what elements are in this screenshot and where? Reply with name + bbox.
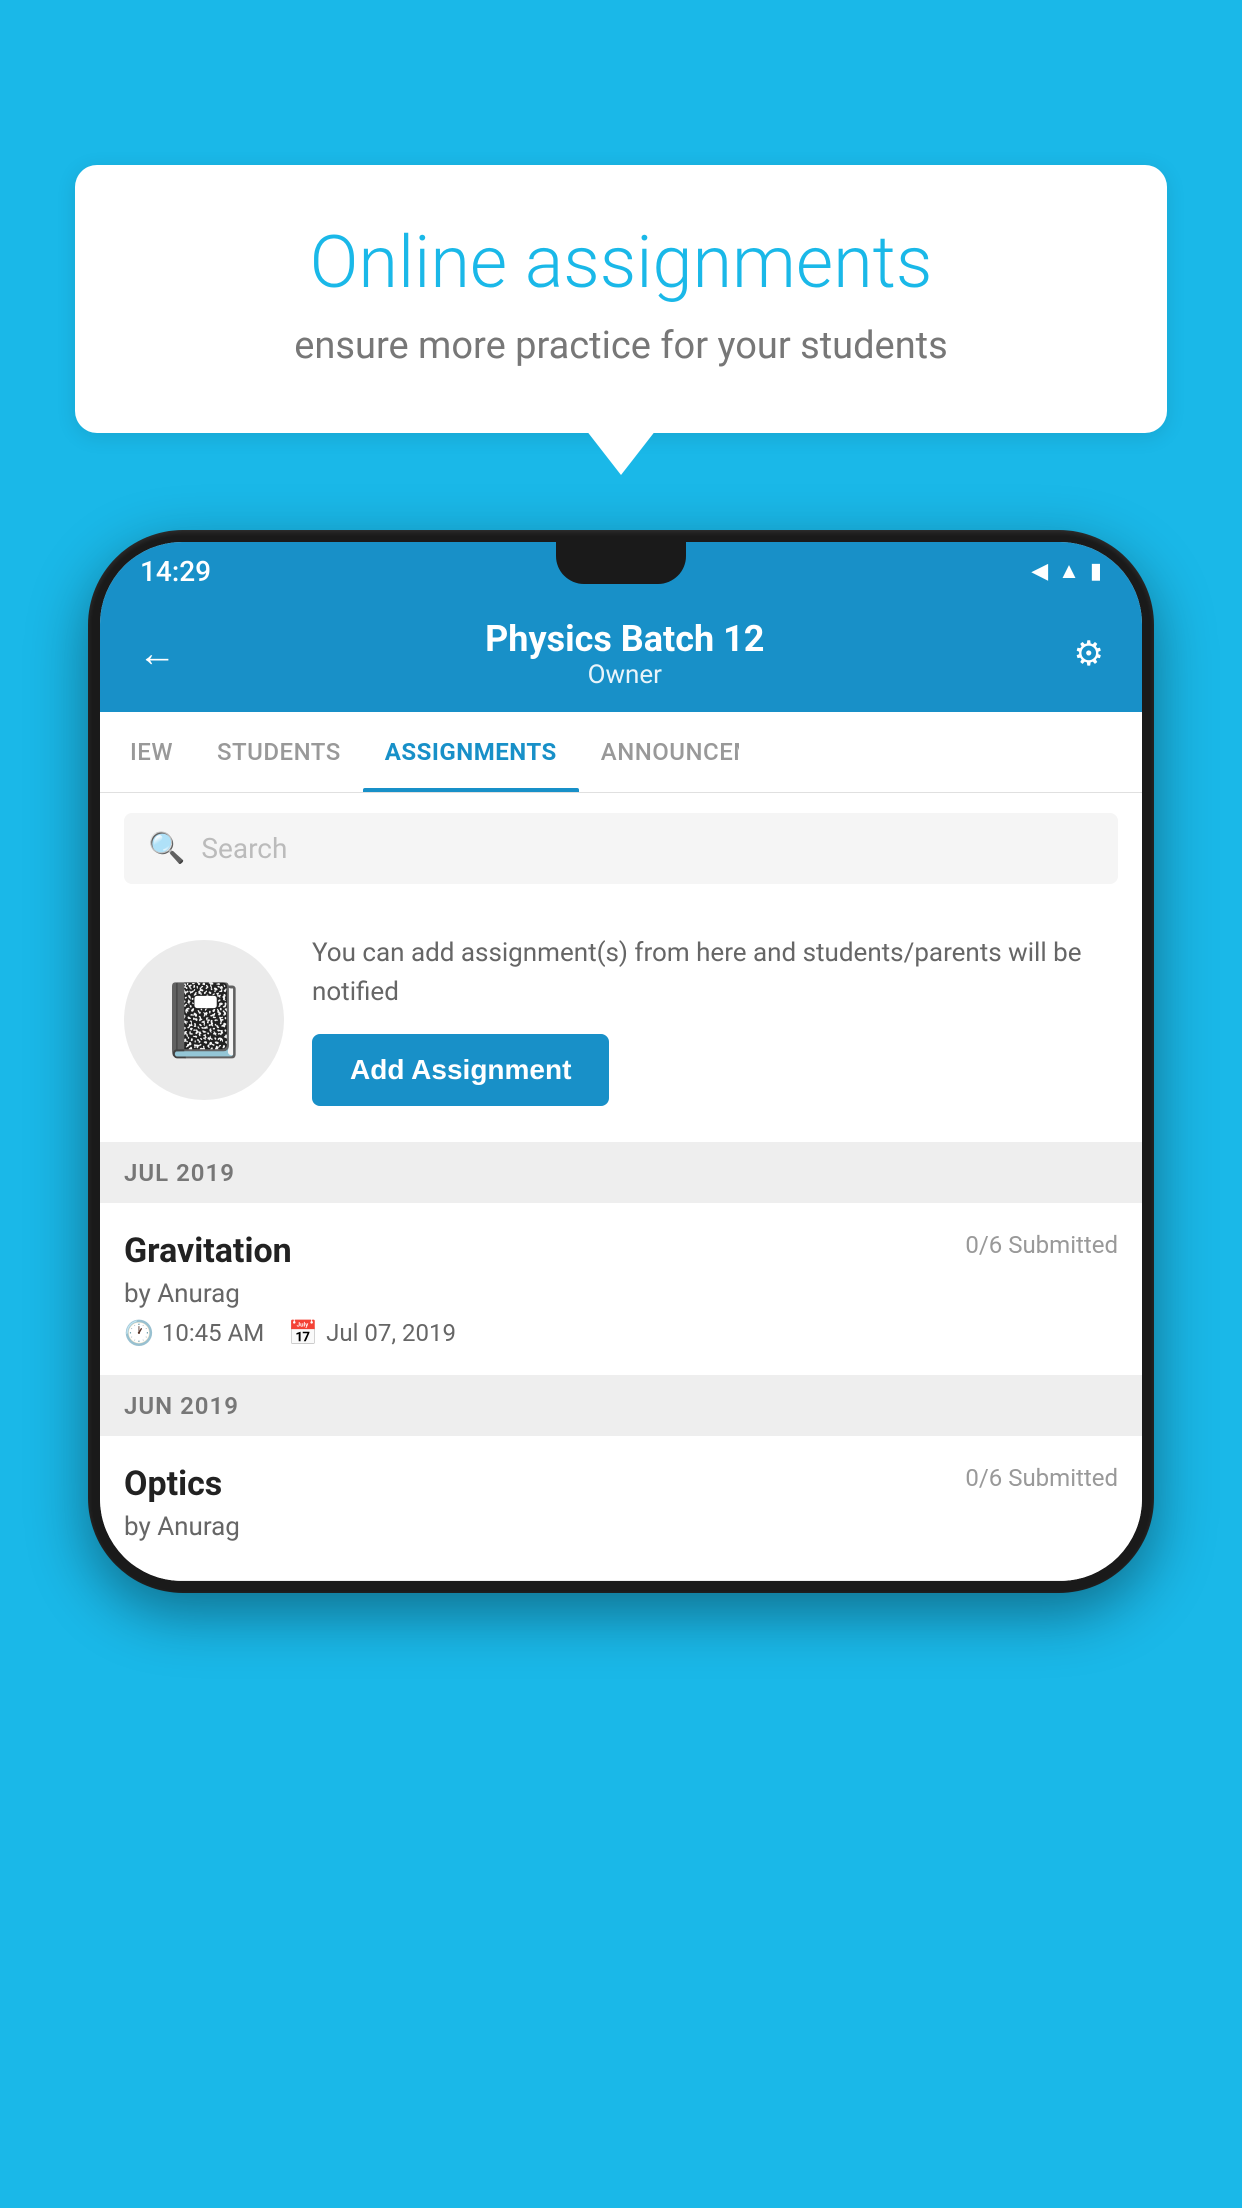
assignment-date-gravitation: 📅 Jul 07, 2019 [288,1319,456,1347]
speech-bubble-wrapper: Online assignments ensure more practice … [75,165,1167,433]
status-icons: ◀ ▲ ▮ [1031,558,1102,584]
phone-outer: 14:29 ◀ ▲ ▮ ← Physics Batch 12 Owner ⚙ I… [88,530,1154,1593]
assignment-name-optics: Optics [124,1464,222,1504]
tab-iew[interactable]: IEW [108,712,195,792]
header-center: Physics Batch 12 Owner [176,618,1074,690]
status-bar: 14:29 ◀ ▲ ▮ [100,542,1142,600]
phone-wrapper: 14:29 ◀ ▲ ▮ ← Physics Batch 12 Owner ⚙ I… [88,530,1154,1593]
bubble-title: Online assignments [140,220,1102,306]
add-assignment-button[interactable]: Add Assignment [312,1034,609,1106]
assignment-top-optics: Optics 0/6 Submitted [124,1464,1118,1504]
tabs-container: IEW STUDENTS ASSIGNMENTS ANNOUNCEM... [100,712,1142,793]
promo-text-area: You can add assignment(s) from here and … [312,934,1118,1106]
notebook-icon: 📓 [159,978,249,1063]
speech-bubble: Online assignments ensure more practice … [75,165,1167,433]
promo-section: 📓 You can add assignment(s) from here an… [100,904,1142,1143]
notch [556,542,686,584]
signal-icon: ▲ [1058,558,1080,584]
assignment-meta-gravitation: 🕐 10:45 AM 📅 Jul 07, 2019 [124,1319,1118,1347]
assignment-by-gravitation: by Anurag [124,1279,1118,1309]
settings-icon[interactable]: ⚙ [1074,634,1104,674]
assignment-item-gravitation[interactable]: Gravitation 0/6 Submitted by Anurag 🕐 10… [100,1203,1142,1376]
promo-description: You can add assignment(s) from here and … [312,934,1118,1012]
calendar-icon-gravitation: 📅 [288,1319,318,1347]
app-header: ← Physics Batch 12 Owner ⚙ [100,600,1142,712]
tab-announcements[interactable]: ANNOUNCEM... [579,712,739,792]
assignment-item-optics[interactable]: Optics 0/6 Submitted by Anurag [100,1436,1142,1581]
assignment-by-optics: by Anurag [124,1512,1118,1542]
back-button[interactable]: ← [138,632,176,676]
assignment-top: Gravitation 0/6 Submitted [124,1231,1118,1271]
bubble-subtitle: ensure more practice for your students [140,324,1102,368]
section-header-jun2019: JUN 2019 [100,1376,1142,1436]
search-container: 🔍 Search [100,793,1142,904]
assignment-time-gravitation: 🕐 10:45 AM [124,1319,264,1347]
assignment-name-gravitation: Gravitation [124,1231,292,1271]
status-time: 14:29 [140,555,211,588]
promo-icon-circle: 📓 [124,940,284,1100]
battery-icon: ▮ [1090,559,1102,584]
section-header-jul2019: JUL 2019 [100,1143,1142,1203]
search-bar[interactable]: 🔍 Search [124,813,1118,884]
header-subtitle: Owner [176,660,1074,690]
phone-screen: 14:29 ◀ ▲ ▮ ← Physics Batch 12 Owner ⚙ I… [100,542,1142,1581]
assignment-submitted-optics: 0/6 Submitted [965,1464,1118,1492]
wifi-icon: ◀ [1031,559,1048,584]
tab-assignments[interactable]: ASSIGNMENTS [363,712,579,792]
tab-students[interactable]: STUDENTS [195,712,363,792]
header-title: Physics Batch 12 [176,618,1074,660]
search-placeholder: Search [201,832,287,865]
clock-icon-gravitation: 🕐 [124,1319,154,1347]
search-icon: 🔍 [148,831,185,866]
assignment-submitted-gravitation: 0/6 Submitted [965,1231,1118,1259]
